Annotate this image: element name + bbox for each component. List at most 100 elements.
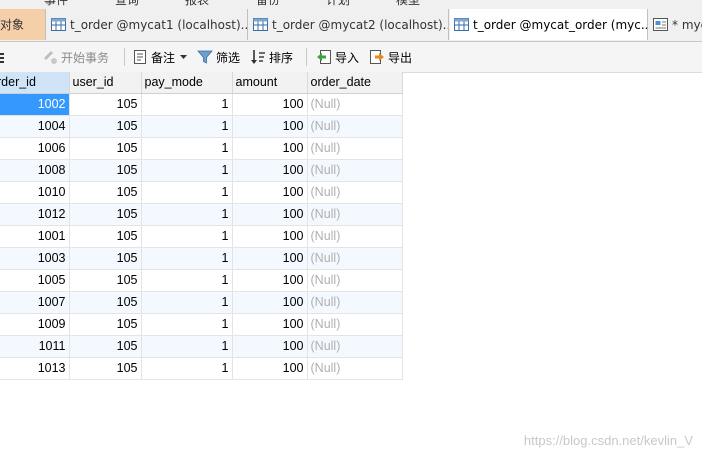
table-cell[interactable]: 105: [69, 269, 142, 292]
row-indicator[interactable]: [0, 337, 6, 359]
table-cell[interactable]: 1009: [0, 313, 70, 336]
begin-transaction-button[interactable]: 开始事务: [42, 48, 109, 66]
table-cell[interactable]: 100: [232, 225, 308, 248]
table-cell[interactable]: 1: [141, 247, 233, 270]
table-cell[interactable]: (Null): [307, 313, 403, 336]
row-indicator[interactable]: [0, 293, 6, 315]
table-row[interactable]: 1013 105 1 100 (Null): [0, 357, 403, 380]
table-cell[interactable]: (Null): [307, 115, 403, 138]
table-cell[interactable]: 1: [141, 159, 233, 182]
table-cell[interactable]: 1: [141, 225, 233, 248]
menu-icon[interactable]: [0, 52, 5, 63]
table-cell[interactable]: 1: [141, 203, 233, 226]
table-cell[interactable]: 100: [232, 357, 308, 380]
table-cell[interactable]: (Null): [307, 335, 403, 358]
table-cell[interactable]: 105: [69, 93, 142, 116]
filter-button[interactable]: 筛选: [197, 48, 240, 66]
table-cell[interactable]: 105: [69, 115, 142, 138]
table-cell[interactable]: (Null): [307, 137, 403, 160]
table-row[interactable]: 1011 105 1 100 (Null): [0, 335, 403, 358]
row-indicator[interactable]: [0, 359, 6, 381]
table-cell[interactable]: 105: [69, 181, 142, 204]
row-indicator[interactable]: [0, 315, 6, 337]
menu-item-schedule[interactable]: 计划: [326, 0, 350, 8]
table-cell[interactable]: 100: [232, 247, 308, 270]
column-header-order-date[interactable]: order_date: [307, 72, 403, 94]
table-row[interactable]: 1006 105 1 100 (Null): [0, 137, 403, 160]
table-cell[interactable]: 100: [232, 181, 308, 204]
table-cell[interactable]: 1012: [0, 203, 70, 226]
row-indicator[interactable]: [0, 271, 6, 293]
table-cell[interactable]: 1008: [0, 159, 70, 182]
table-cell[interactable]: 100: [232, 137, 308, 160]
import-button[interactable]: 导入: [316, 48, 359, 66]
table-row[interactable]: 1012 105 1 100 (Null): [0, 203, 403, 226]
row-indicator[interactable]: [0, 227, 6, 249]
memo-button[interactable]: 备注: [133, 48, 191, 66]
table-cell[interactable]: 1010: [0, 181, 70, 204]
table-row[interactable]: 1003 105 1 100 (Null): [0, 247, 403, 270]
table-row[interactable]: 1010 105 1 100 (Null): [0, 181, 403, 204]
tab-objects[interactable]: 对象: [0, 9, 46, 40]
table-row[interactable]: 1005 105 1 100 (Null): [0, 269, 403, 292]
table-cell[interactable]: 1: [141, 269, 233, 292]
table-cell[interactable]: 100: [232, 203, 308, 226]
table-cell[interactable]: 100: [232, 93, 308, 116]
table-cell[interactable]: 1011: [0, 335, 70, 358]
table-cell[interactable]: 105: [69, 335, 142, 358]
table-row[interactable]: 1004 105 1 100 (Null): [0, 115, 403, 138]
column-header-pay-mode[interactable]: pay_mode: [141, 72, 233, 94]
menu-item-query[interactable]: 查询: [115, 0, 139, 8]
row-indicator[interactable]: [0, 117, 6, 139]
table-cell[interactable]: 1: [141, 357, 233, 380]
tab-t-order-mycat2[interactable]: t_order @mycat2 (localhost)...: [249, 9, 449, 40]
table-row[interactable]: 1001 105 1 100 (Null): [0, 225, 403, 248]
table-cell[interactable]: 1: [141, 335, 233, 358]
menu-item-model[interactable]: 模型: [396, 0, 420, 8]
sort-button[interactable]: 排序: [250, 48, 293, 66]
table-cell[interactable]: 1: [141, 313, 233, 336]
table-cell[interactable]: 1: [141, 291, 233, 314]
table-row[interactable]: 1002 105 1 100 (Null): [0, 93, 403, 116]
table-cell[interactable]: 1007: [0, 291, 70, 314]
table-cell[interactable]: 1: [141, 115, 233, 138]
table-cell[interactable]: 1001: [0, 225, 70, 248]
tab-query[interactable]: * myc: [649, 9, 702, 40]
table-cell[interactable]: (Null): [307, 269, 403, 292]
table-row[interactable]: 1009 105 1 100 (Null): [0, 313, 403, 336]
table-cell[interactable]: 1002: [0, 93, 70, 116]
export-button[interactable]: 导出: [369, 48, 412, 66]
row-indicator[interactable]: [0, 161, 6, 183]
table-cell[interactable]: 1003: [0, 247, 70, 270]
table-cell[interactable]: (Null): [307, 247, 403, 270]
table-cell[interactable]: (Null): [307, 291, 403, 314]
tab-t-order-mycat-order[interactable]: t_order @mycat_order (myc...: [450, 9, 648, 40]
table-row[interactable]: 1008 105 1 100 (Null): [0, 159, 403, 182]
table-cell[interactable]: 100: [232, 291, 308, 314]
table-cell[interactable]: 105: [69, 225, 142, 248]
column-header-amount[interactable]: amount: [232, 72, 308, 94]
table-cell[interactable]: 105: [69, 203, 142, 226]
row-indicator[interactable]: [0, 249, 6, 271]
menu-item-report[interactable]: 报表: [185, 0, 209, 8]
table-cell[interactable]: 105: [69, 137, 142, 160]
table-cell[interactable]: 100: [232, 313, 308, 336]
menu-item-backup[interactable]: 备份: [256, 0, 280, 8]
table-cell[interactable]: 1: [141, 137, 233, 160]
table-cell[interactable]: 1004: [0, 115, 70, 138]
row-indicator[interactable]: [0, 183, 6, 205]
table-cell[interactable]: 100: [232, 269, 308, 292]
table-cell[interactable]: 1: [141, 93, 233, 116]
column-header-user-id[interactable]: user_id: [69, 72, 142, 94]
row-indicator[interactable]: [0, 205, 6, 227]
row-indicator[interactable]: [0, 139, 6, 161]
table-cell[interactable]: (Null): [307, 357, 403, 380]
table-cell[interactable]: 100: [232, 159, 308, 182]
table-cell[interactable]: 1005: [0, 269, 70, 292]
dropdown-arrow-icon[interactable]: [179, 54, 188, 60]
row-indicator[interactable]: [0, 95, 6, 117]
tab-t-order-mycat1[interactable]: t_order @mycat1 (localhost)...: [47, 9, 248, 40]
table-cell[interactable]: (Null): [307, 159, 403, 182]
table-cell[interactable]: 1013: [0, 357, 70, 380]
table-cell[interactable]: 1: [141, 181, 233, 204]
